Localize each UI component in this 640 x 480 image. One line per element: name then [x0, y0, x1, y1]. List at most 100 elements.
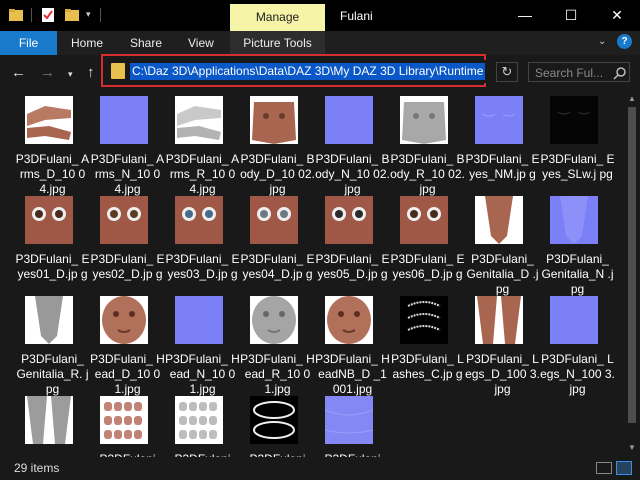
image-thumbnail-icon[interactable]	[400, 296, 448, 344]
file-item[interactable]: P3DFulani_ Eyes03_D.jp g	[165, 196, 240, 296]
image-thumbnail-icon[interactable]	[100, 396, 148, 444]
image-thumbnail-icon[interactable]	[175, 296, 223, 344]
image-thumbnail-icon[interactable]	[25, 296, 73, 344]
expand-ribbon-icon[interactable]: ⌄	[598, 36, 606, 47]
image-thumbnail-icon[interactable]	[100, 196, 148, 244]
file-name-label: P3DFulani_ Eyes02_D.jp g	[90, 252, 165, 281]
file-name-label: P3DFulani_ Eyes05_D.jp g	[315, 252, 390, 281]
tab-home[interactable]: Home	[71, 31, 103, 55]
up-button[interactable]: ↑	[87, 64, 95, 82]
item-count: 29 items	[14, 461, 60, 475]
file-item[interactable]: P3DFulani_ Head_D_10 01.jpg	[90, 296, 165, 396]
image-thumbnail-icon[interactable]	[400, 96, 448, 144]
image-thumbnail-icon[interactable]	[25, 96, 73, 144]
properties-icon[interactable]	[40, 7, 56, 23]
tab-file[interactable]: File	[0, 31, 57, 55]
image-thumbnail-icon[interactable]	[475, 96, 523, 144]
vertical-scrollbar[interactable]: ▲ ▼	[624, 91, 640, 457]
image-thumbnail-icon[interactable]	[100, 96, 148, 144]
minimize-button[interactable]: —	[502, 0, 548, 31]
image-thumbnail-icon[interactable]	[325, 196, 373, 244]
address-bar[interactable]: C:\Daz 3D\Applications\Data\DAZ 3D\My DA…	[106, 60, 491, 83]
file-item[interactable]: P3DFulani_ Eyes02_D.jp g	[90, 196, 165, 296]
file-item[interactable]: P3DFulani_ Legs_D_100 3.jpg	[465, 296, 540, 396]
file-item[interactable]: P3DFulani_ Genitalia_N .jpg	[540, 196, 615, 296]
status-bar: 29 items	[0, 457, 640, 480]
file-name-label: P3DFulani_ Eyes06_D.jp g	[390, 252, 465, 281]
address-path[interactable]: C:\Daz 3D\Applications\Data\DAZ 3D\My DA…	[130, 63, 486, 80]
file-item[interactable]: P3DFulani_ Eyes01_D.jp g	[15, 196, 90, 296]
file-item[interactable]: P3DFulani	[240, 396, 315, 457]
file-item[interactable]: P3DFulani_ Head_N_10 01.jpg	[165, 296, 240, 396]
file-item[interactable]: P3DFulani_ Genitalia_R. jpg	[15, 296, 90, 396]
image-thumbnail-icon[interactable]	[475, 296, 523, 344]
file-item[interactable]: P3DFulani_ Eyes_NM.jp g	[465, 96, 540, 196]
file-item[interactable]: P3DFulani_ Body_R_10 02.jpg	[390, 96, 465, 196]
file-item[interactable]: P3DFulani_ Lashes_C.jp g	[390, 296, 465, 396]
new-folder-icon[interactable]	[64, 7, 80, 23]
tab-manage[interactable]: Manage	[230, 4, 325, 31]
folder-icon[interactable]	[8, 7, 24, 23]
file-item[interactable]: P3DFulani	[315, 396, 390, 457]
image-thumbnail-icon[interactable]	[325, 396, 373, 444]
file-item[interactable]: P3DFulani_ Arms_D_10 04.jpg	[15, 96, 90, 196]
tab-view[interactable]: View	[188, 31, 214, 55]
image-thumbnail-icon[interactable]	[250, 196, 298, 244]
image-thumbnail-icon[interactable]	[25, 396, 73, 444]
file-item[interactable]: P3DFulani_ Legs_N_100 3.jpg	[540, 296, 615, 396]
file-item[interactable]: P3DFulani_ Body_N_10 02.jpg	[315, 96, 390, 196]
forward-button[interactable]: →	[40, 64, 55, 82]
back-button[interactable]: ←	[11, 64, 26, 82]
help-icon[interactable]: ?	[617, 34, 632, 49]
scroll-down-icon[interactable]: ▼	[628, 443, 636, 452]
tab-picture-tools[interactable]: Picture Tools	[230, 31, 325, 55]
maximize-button[interactable]: ☐	[548, 0, 594, 31]
image-thumbnail-icon[interactable]	[550, 296, 598, 344]
file-item[interactable]: P3DFulani_ Genitalia_D .jpg	[465, 196, 540, 296]
file-name-label: P3DFulani_ Legs_D_100 3.jpg	[465, 352, 540, 396]
search-icon[interactable]	[613, 66, 627, 80]
file-item[interactable]: P3DFulani_ Eyes06_D.jp g	[390, 196, 465, 296]
search-box[interactable]	[528, 62, 630, 82]
file-item[interactable]: P3DFulani_ Arms_R_10 04.jpg	[165, 96, 240, 196]
image-thumbnail-icon[interactable]	[175, 96, 223, 144]
scrollbar-thumb[interactable]	[628, 107, 636, 423]
file-item[interactable]: P3DFulani_ Eyes_SLw.j pg	[540, 96, 615, 196]
file-item[interactable]: P3DFulani_ Eyes05_D.jp g	[315, 196, 390, 296]
folder-icon	[111, 63, 125, 79]
close-button[interactable]: ✕	[594, 0, 640, 31]
file-item[interactable]	[15, 396, 90, 457]
tab-share[interactable]: Share	[130, 31, 162, 55]
image-thumbnail-icon[interactable]	[175, 396, 223, 444]
recent-locations-dropdown[interactable]: ▾	[68, 65, 73, 83]
refresh-button[interactable]: ↻	[496, 62, 518, 82]
image-thumbnail-icon[interactable]	[250, 296, 298, 344]
file-name-label: P3DFulani_ Genitalia_N .jpg	[541, 252, 614, 296]
large-icons-view-icon[interactable]	[616, 461, 632, 475]
image-thumbnail-icon[interactable]	[550, 196, 598, 244]
image-thumbnail-icon[interactable]	[325, 296, 373, 344]
file-item[interactable]: P3DFulani_ HeadNB_D _1001.jpg	[315, 296, 390, 396]
file-item[interactable]: P3DFulani	[165, 396, 240, 457]
file-item[interactable]: P3DFulani_ Body_D_10 02.jpg	[240, 96, 315, 196]
file-name-label: P3DFulani_ Eyes03_D.jp g	[165, 252, 240, 281]
image-thumbnail-icon[interactable]	[250, 396, 298, 444]
image-thumbnail-icon[interactable]	[250, 96, 298, 144]
image-thumbnail-icon[interactable]	[100, 296, 148, 344]
customize-toolbar-dropdown[interactable]: ▾	[86, 9, 91, 20]
image-thumbnail-icon[interactable]	[325, 96, 373, 144]
details-view-icon[interactable]	[596, 462, 612, 474]
scroll-up-icon[interactable]: ▲	[628, 94, 636, 103]
file-item[interactable]: P3DFulani_ Arms_N_10 04.jpg	[90, 96, 165, 196]
image-thumbnail-icon[interactable]	[175, 196, 223, 244]
file-view[interactable]: P3DFulani_ Arms_D_10 04.jpg P3DFulani_ Ar…	[0, 91, 624, 457]
search-input[interactable]	[535, 65, 611, 80]
image-thumbnail-icon[interactable]	[550, 96, 598, 144]
file-name-label: P3DFulani_ Eyes_NM.jp g	[465, 152, 540, 181]
file-item[interactable]: P3DFulani	[90, 396, 165, 457]
image-thumbnail-icon[interactable]	[475, 196, 523, 244]
image-thumbnail-icon[interactable]	[400, 196, 448, 244]
image-thumbnail-icon[interactable]	[25, 196, 73, 244]
file-item[interactable]: P3DFulani_ Eyes04_D.jp g	[240, 196, 315, 296]
file-item[interactable]: P3DFulani_ Head_R_10 01.jpg	[240, 296, 315, 396]
